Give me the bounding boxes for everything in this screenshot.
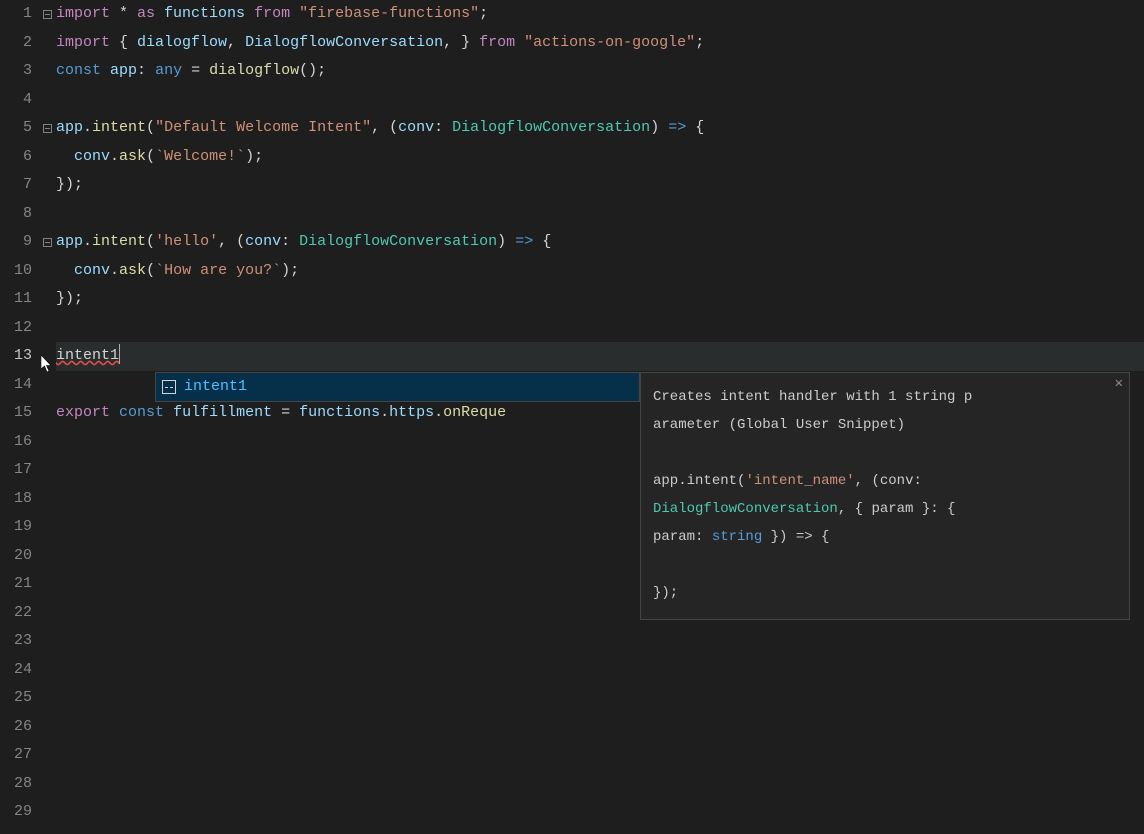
code-line-current[interactable]: intent1 <box>56 342 1144 371</box>
line-number: 8 <box>0 200 32 229</box>
code-line[interactable] <box>56 86 1144 115</box>
docs-snippet-line: app.intent('intent_name', (conv: <box>653 467 1117 495</box>
line-number: 2 <box>0 29 32 58</box>
fold-collapse-icon[interactable] <box>38 0 56 29</box>
line-number: 28 <box>0 770 32 799</box>
line-number: 20 <box>0 542 32 571</box>
code-line[interactable] <box>56 684 1144 713</box>
code-line[interactable] <box>56 314 1144 343</box>
line-number: 11 <box>0 285 32 314</box>
line-number: 22 <box>0 599 32 628</box>
line-number: 29 <box>0 798 32 827</box>
docs-snippet-line: DialogflowConversation, { param }: { <box>653 495 1117 523</box>
code-line[interactable] <box>56 627 1144 656</box>
code-line[interactable] <box>56 798 1144 827</box>
line-number: 26 <box>0 713 32 742</box>
code-line[interactable]: import { dialogflow, DialogflowConversat… <box>56 29 1144 58</box>
suggest-item-selected[interactable]: intent1 <box>156 373 639 401</box>
line-number: 9 <box>0 228 32 257</box>
docs-snippet-line: }); <box>653 579 1117 607</box>
code-line[interactable]: const app: any = dialogflow(); <box>56 57 1144 86</box>
autocomplete-suggest-widget[interactable]: intent1 <box>155 372 640 402</box>
code-line[interactable] <box>56 741 1144 770</box>
snippet-icon <box>162 380 176 394</box>
line-number: 18 <box>0 485 32 514</box>
text-cursor <box>119 344 120 364</box>
line-number: 27 <box>0 741 32 770</box>
line-number: 4 <box>0 86 32 115</box>
line-number-gutter: 1234567891011121314151617181920212223242… <box>0 0 38 834</box>
code-line[interactable]: app.intent('hello', (conv: DialogflowCon… <box>56 228 1144 257</box>
line-number: 6 <box>0 143 32 172</box>
code-line[interactable] <box>56 656 1144 685</box>
code-line[interactable]: }); <box>56 285 1144 314</box>
error-token: intent1 <box>56 347 119 364</box>
line-number: 21 <box>0 570 32 599</box>
line-number: 1 <box>0 0 32 29</box>
code-line[interactable] <box>56 770 1144 799</box>
line-number: 19 <box>0 513 32 542</box>
suggest-label: intent1 <box>184 373 247 402</box>
line-number: 7 <box>0 171 32 200</box>
code-line[interactable]: conv.ask(`Welcome!`); <box>56 143 1144 172</box>
line-number: 16 <box>0 428 32 457</box>
code-line[interactable]: conv.ask(`How are you?`); <box>56 257 1144 286</box>
line-number: 14 <box>0 371 32 400</box>
keyword: import <box>56 5 110 22</box>
folding-column[interactable] <box>38 0 56 834</box>
line-number: 17 <box>0 456 32 485</box>
line-number: 23 <box>0 627 32 656</box>
line-number: 24 <box>0 656 32 685</box>
docs-description: Creates intent handler with 1 string p <box>653 383 1117 411</box>
line-number: 15 <box>0 399 32 428</box>
fold-collapse-icon[interactable] <box>38 114 56 143</box>
code-line[interactable]: }); <box>56 171 1144 200</box>
line-number: 13 <box>0 342 32 371</box>
code-line[interactable] <box>56 713 1144 742</box>
line-number: 25 <box>0 684 32 713</box>
line-number: 3 <box>0 57 32 86</box>
line-number: 5 <box>0 114 32 143</box>
line-number: 12 <box>0 314 32 343</box>
code-line[interactable]: import * as functions from "firebase-fun… <box>56 0 1144 29</box>
docs-description: arameter (Global User Snippet) <box>653 411 1117 439</box>
fold-collapse-icon[interactable] <box>38 228 56 257</box>
docs-snippet-line: param: string }) => { <box>653 523 1117 551</box>
line-number: 10 <box>0 257 32 286</box>
code-line[interactable] <box>56 200 1144 229</box>
suggestion-docs-widget: ✕ Creates intent handler with 1 string p… <box>640 372 1130 620</box>
close-icon[interactable]: ✕ <box>1115 377 1123 391</box>
code-line[interactable]: app.intent("Default Welcome Intent", (co… <box>56 114 1144 143</box>
